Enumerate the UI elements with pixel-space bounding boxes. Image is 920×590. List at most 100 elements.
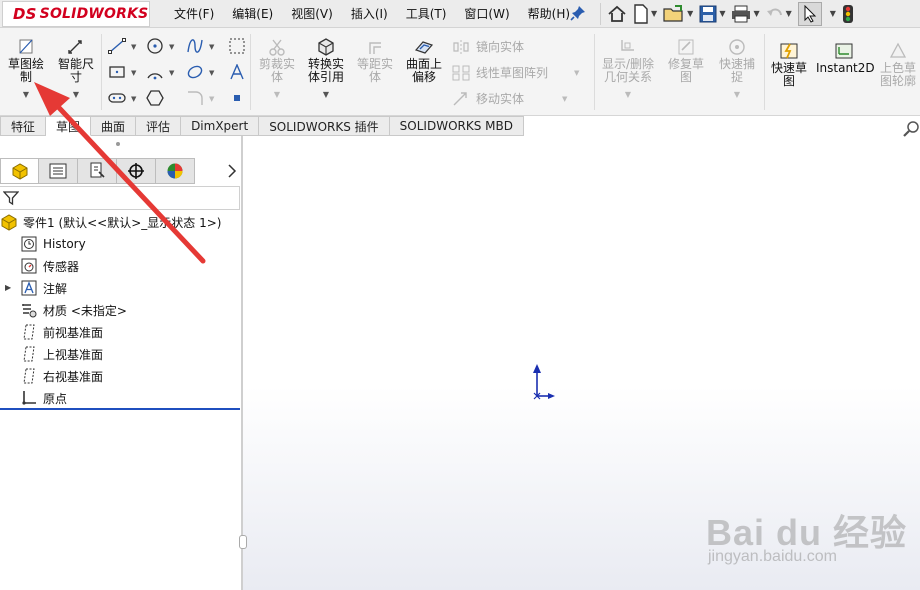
chevron-down-icon[interactable]: ▼ [2, 88, 50, 101]
point-tool[interactable] [226, 88, 248, 108]
chevron-down-icon[interactable]: ▼ [254, 88, 300, 101]
print-button[interactable]: ▼ [731, 2, 760, 26]
offset-entities-button[interactable]: 等距实体 [352, 38, 398, 84]
linear-pattern-label: 线性草图阵列 [476, 66, 549, 80]
chevron-down-icon[interactable]: ▼ [169, 69, 174, 77]
polygon-tool[interactable] [144, 88, 166, 108]
smart-dimension-button[interactable]: 智能尺寸 ▼ [54, 38, 98, 101]
chevron-down-icon[interactable]: ▼ [753, 9, 759, 18]
tab-evaluate[interactable]: 评估 [136, 116, 182, 136]
display-delete-relations-button[interactable]: 显示/删除几何关系 ▼ [598, 38, 658, 101]
instant2d-button[interactable]: Instant2D [816, 42, 875, 75]
menu-view[interactable]: 视图(V) [291, 5, 333, 22]
spline-tool[interactable] [184, 36, 206, 56]
tab-propertymanager[interactable] [39, 158, 78, 184]
rapid-sketch-button[interactable]: 快速草图 [766, 42, 812, 88]
offset-on-surface-button[interactable]: 曲面上偏移 [400, 38, 448, 84]
pin-icon[interactable] [570, 5, 586, 21]
chevron-down-icon[interactable]: ▼ [574, 69, 579, 77]
quick-snaps-label: 快速捕捉 [718, 57, 755, 84]
line-tool[interactable] [106, 36, 128, 56]
shaded-contours-button[interactable]: 上色草图轮廓 [876, 42, 920, 88]
tab-solidworks-addins[interactable]: SOLIDWORKS 插件 [259, 116, 390, 136]
chevron-down-icon[interactable]: ▼ [598, 88, 658, 101]
sketch-button[interactable]: 草图绘制 ▼ [2, 38, 50, 101]
open-button[interactable]: ▼ [663, 2, 693, 26]
chevron-down-icon[interactable]: ▼ [714, 88, 760, 101]
chevron-down-icon[interactable]: ▼ [131, 95, 136, 103]
linear-pattern-button[interactable]: 线性草图阵列 ▼ [452, 64, 579, 81]
menu-tools[interactable]: 工具(T) [406, 5, 447, 22]
save-button[interactable]: ▼ [699, 2, 725, 26]
ellipse-tool[interactable] [184, 62, 206, 82]
tab-surfaces[interactable]: 曲面 [91, 116, 137, 136]
tab-solidworks-mbd[interactable]: SOLIDWORKS MBD [389, 116, 524, 136]
slot-tool[interactable] [106, 88, 128, 108]
tab-configurationmanager[interactable] [78, 158, 117, 184]
chevron-down-icon[interactable]: ▼ [830, 9, 836, 18]
tree-item-sensors[interactable]: 传感器 [20, 256, 79, 276]
tab-features[interactable]: 特征 [0, 116, 47, 136]
repair-sketch-button[interactable]: 修复草图 [664, 38, 708, 84]
menu-file[interactable]: 文件(F) [174, 5, 214, 22]
tree-item-origin[interactable]: 原点 [20, 388, 67, 408]
relations-icon [621, 40, 634, 51]
construction-geometry-tool[interactable] [226, 36, 248, 56]
menu-help[interactable]: 帮助(H) [528, 5, 570, 22]
chevron-down-icon[interactable]: ▼ [302, 88, 350, 101]
tree-rollback-bar[interactable] [0, 408, 240, 410]
panel-resize-handle[interactable] [116, 142, 120, 146]
chevron-down-icon[interactable]: ▼ [562, 95, 567, 103]
chevron-down-icon[interactable]: ▼ [209, 43, 214, 51]
circle-tool[interactable] [144, 36, 166, 56]
tab-dimxpertmanager[interactable] [117, 158, 156, 184]
chevron-down-icon[interactable]: ▼ [54, 88, 98, 101]
move-entities-button[interactable]: 移动实体 ▼ [452, 90, 567, 107]
tree-item-history[interactable]: History [20, 234, 86, 254]
tab-dimxpert[interactable]: DimXpert [181, 116, 260, 136]
filter-icon[interactable] [3, 190, 19, 206]
tree-item-annotations[interactable]: 注解 [20, 278, 67, 298]
quick-snaps-button[interactable]: 快速捕捉 ▼ [714, 38, 760, 101]
trim-entities-button[interactable]: 剪裁实体 ▼ [254, 38, 300, 101]
chevron-down-icon[interactable]: ▼ [209, 69, 214, 77]
menu-edit[interactable]: 编辑(E) [232, 5, 273, 22]
arc-tool[interactable] [144, 62, 166, 82]
trim-icon [269, 39, 285, 56]
chevron-down-icon[interactable]: ▼ [651, 9, 657, 18]
zoom-search-icon[interactable] [902, 120, 920, 138]
chevron-right-icon[interactable] [226, 163, 238, 179]
feature-tree-filter[interactable] [0, 186, 240, 210]
chevron-down-icon[interactable]: ▼ [719, 9, 725, 18]
mirror-entities-button[interactable]: 镜向实体 [452, 38, 524, 55]
tab-sketch[interactable]: 草图 [46, 116, 92, 136]
select-button[interactable] [797, 1, 822, 26]
expand-arrow-icon[interactable]: ▶ [5, 283, 11, 292]
chevron-down-icon[interactable]: ▼ [209, 95, 214, 103]
chevron-down-icon[interactable]: ▼ [169, 43, 174, 51]
solidworks-logo[interactable]: DS SOLIDWORKS [2, 1, 150, 27]
tree-item-top-plane[interactable]: 上视基准面 [20, 344, 103, 364]
tab-featuremanager[interactable] [0, 158, 39, 184]
menu-window[interactable]: 窗口(W) [464, 5, 509, 22]
tree-root-part[interactable]: 零件1 (默认<<默认>_显示状态 1>) [0, 212, 221, 232]
chevron-down-icon[interactable]: ▼ [786, 9, 792, 18]
menu-insert[interactable]: 插入(I) [351, 5, 388, 22]
command-tabs: 特征 草图 曲面 评估 DimXpert SOLIDWORKS 插件 SOLID… [0, 116, 524, 136]
chevron-down-icon[interactable]: ▼ [131, 69, 136, 77]
convert-entities-button[interactable]: 转换实体引用 ▼ [302, 38, 350, 101]
text-tool[interactable] [226, 62, 248, 82]
chevron-down-icon[interactable]: ▼ [687, 9, 693, 18]
tab-displaymanager[interactable] [156, 158, 195, 184]
undo-button[interactable]: ▼ [766, 2, 792, 26]
panel-collapse-handle[interactable] [239, 535, 247, 549]
fillet-tool[interactable] [184, 88, 206, 108]
rebuild-button[interactable] [842, 2, 854, 26]
new-document-button[interactable]: ▼ [633, 2, 657, 26]
chevron-down-icon[interactable]: ▼ [131, 43, 136, 51]
home-button[interactable] [607, 2, 627, 26]
tree-item-material[interactable]: 材质 <未指定> [20, 300, 127, 320]
tree-item-right-plane[interactable]: 右视基准面 [20, 366, 103, 386]
rectangle-tool[interactable] [106, 62, 128, 82]
tree-item-front-plane[interactable]: 前视基准面 [20, 322, 103, 342]
